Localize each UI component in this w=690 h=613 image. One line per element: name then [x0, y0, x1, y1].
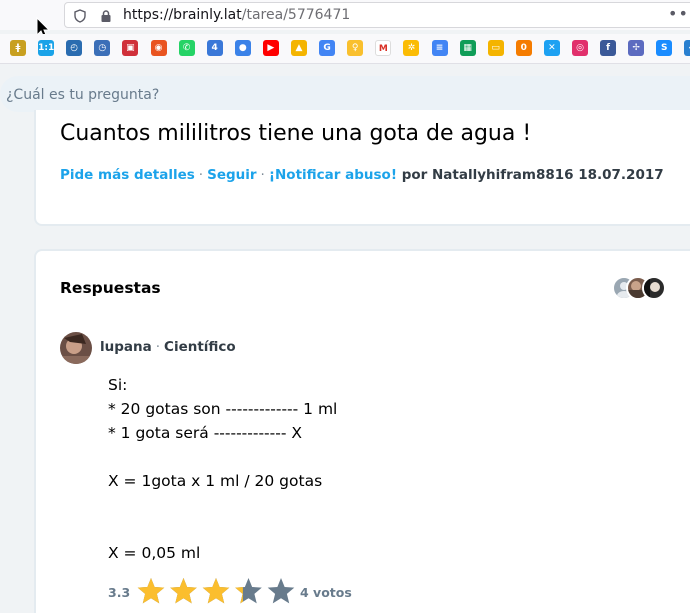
star-rating[interactable] [136, 577, 296, 607]
browser-window: https://brainly.lat/tarea/5776471 ••• ǂ1… [0, 0, 690, 613]
calendar-1-1-icon[interactable]: 1:1 [38, 40, 54, 56]
sheets-icon[interactable]: ▦ [459, 40, 476, 56]
answerer-avatars[interactable] [612, 276, 668, 300]
follow-link[interactable]: Seguir [207, 167, 256, 183]
report-abuse-link[interactable]: ¡Notificar abuso! [269, 167, 397, 183]
question-title: Cuantos mililitros tiene una gota de agu… [60, 121, 532, 146]
question-author[interactable]: por Natallyhifram8816 18.07.2017 [402, 167, 664, 183]
url-text[interactable]: https://brainly.lat/tarea/5776471 [123, 7, 350, 23]
bookmarks-toolbar: ǂ 1:1 ◴ ◷ ▣ ◉ ✆ 4 ● ▶ ▲ G ♀ M ✲ ≡ ▦ ▭ 0 ✕ ◎ f ✢ S ◆ [0, 34, 690, 64]
google-drive-icon[interactable]: ▲ [291, 40, 307, 56]
facebook-icon[interactable]: f [600, 40, 617, 56]
candle-icon[interactable]: ǂ [10, 40, 26, 56]
orange-app-icon[interactable]: 0 [515, 40, 532, 56]
answerer-rank: Científico [164, 339, 236, 355]
url-host: https://brainly.lat [123, 7, 242, 23]
star-fill-icon [202, 578, 230, 604]
ask-details-link[interactable]: Pide más detalles [60, 167, 195, 183]
docs-icon[interactable]: ≡ [431, 40, 448, 56]
url-bar: https://brainly.lat/tarea/5776471 ••• [0, 0, 690, 30]
whatsapp-icon[interactable]: ✆ [178, 40, 195, 56]
star-1[interactable] [137, 578, 165, 604]
youtube-icon[interactable]: ▶ [262, 40, 279, 56]
twitter-icon[interactable]: ✕ [543, 40, 560, 56]
star-fill-icon [170, 578, 197, 604]
answerer-info: lupana · Científico [100, 339, 236, 355]
contacts-icon[interactable]: ● [234, 40, 251, 56]
lock-icon[interactable] [99, 9, 113, 23]
avatar-photo-icon [60, 332, 92, 364]
slides-icon[interactable]: ▭ [487, 40, 504, 56]
ubuntu-icon[interactable]: ◉ [150, 40, 167, 56]
answers-heading: Respuestas [60, 279, 161, 297]
star-5[interactable] [267, 578, 295, 604]
answerer-name[interactable]: lupana [100, 339, 152, 355]
separator-dot: · [260, 167, 265, 183]
star-4[interactable] [235, 578, 262, 604]
instagram-icon[interactable]: ◎ [572, 40, 588, 56]
separator-dot: · [198, 167, 204, 183]
calendar-4-icon[interactable]: 4 [206, 40, 223, 56]
star-icon [267, 578, 295, 604]
photos-icon[interactable]: ✲ [403, 40, 420, 56]
address-field[interactable]: https://brainly.lat/tarea/5776471 [64, 2, 690, 28]
rating-score: 3.3 [108, 585, 131, 600]
answer-text: Si: * 20 gotas son ------------- 1 ml * … [108, 376, 338, 562]
speedometer-icon[interactable]: ◷ [94, 40, 111, 56]
avatar [642, 276, 666, 300]
avatar-photo-icon [644, 278, 660, 298]
google-translate-icon[interactable]: G [319, 40, 336, 56]
speedtest-icon[interactable]: ◴ [66, 40, 83, 56]
rating-votes: 4 votos [300, 585, 352, 600]
star-fill-icon [137, 578, 165, 604]
blue-app-icon[interactable]: ◆ [684, 40, 690, 56]
url-path: /tarea/5776471 [241, 7, 351, 23]
gmail-icon[interactable]: M [375, 40, 392, 56]
shazam-icon[interactable]: S [656, 40, 673, 56]
red-app-icon[interactable]: ▣ [122, 40, 139, 56]
answer-rating: 3.3 4 votos [108, 577, 408, 607]
search-input[interactable] [6, 84, 646, 106]
keep-icon[interactable]: ♀ [347, 40, 364, 56]
separator-dot: · [155, 339, 161, 355]
page-actions-icon[interactable]: ••• [668, 4, 690, 23]
grid-app-icon[interactable]: ✢ [628, 40, 645, 56]
star-3[interactable] [202, 578, 230, 604]
shield-icon[interactable] [73, 9, 87, 23]
star-2[interactable] [170, 578, 197, 604]
search-bar [0, 76, 690, 112]
answerer-avatar[interactable] [60, 332, 92, 364]
question-actions: Pide más detalles · Seguir · ¡Notificar abus… [60, 167, 664, 183]
